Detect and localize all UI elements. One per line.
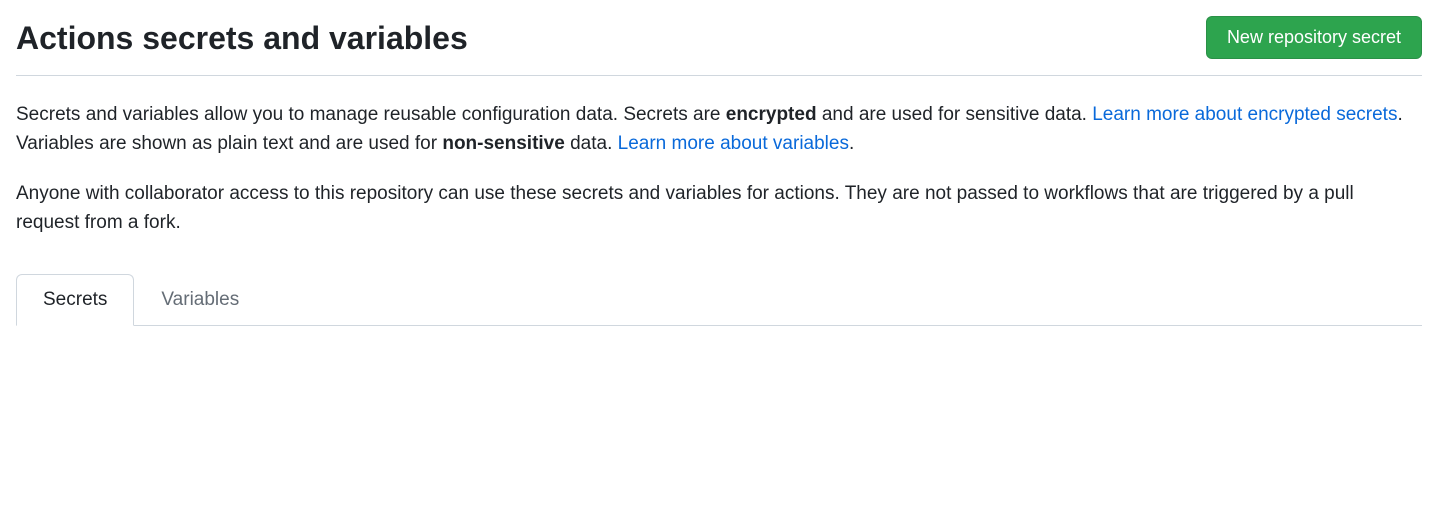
description-text: data. [565,133,618,154]
description-paragraph-2: Anyone with collaborator access to this … [16,179,1422,238]
page-header: Actions secrets and variables New reposi… [16,16,1422,76]
description-paragraph-1: Secrets and variables allow you to manag… [16,100,1422,159]
tab-secrets[interactable]: Secrets [16,274,134,326]
learn-more-variables-link[interactable]: Learn more about variables [618,133,849,154]
encrypted-emphasis: encrypted [726,104,817,125]
description-text: and are used for sensitive data. [817,104,1093,125]
description-text: . [849,133,854,154]
description-text: Secrets and variables allow you to manag… [16,104,726,125]
page-title: Actions secrets and variables [16,18,468,58]
new-repository-secret-button[interactable]: New repository secret [1206,16,1422,59]
non-sensitive-emphasis: non-sensitive [442,133,564,154]
learn-more-secrets-link[interactable]: Learn more about encrypted secrets [1092,104,1397,125]
tab-variables[interactable]: Variables [134,274,266,326]
tabs-container: Secrets Variables [16,274,1422,326]
